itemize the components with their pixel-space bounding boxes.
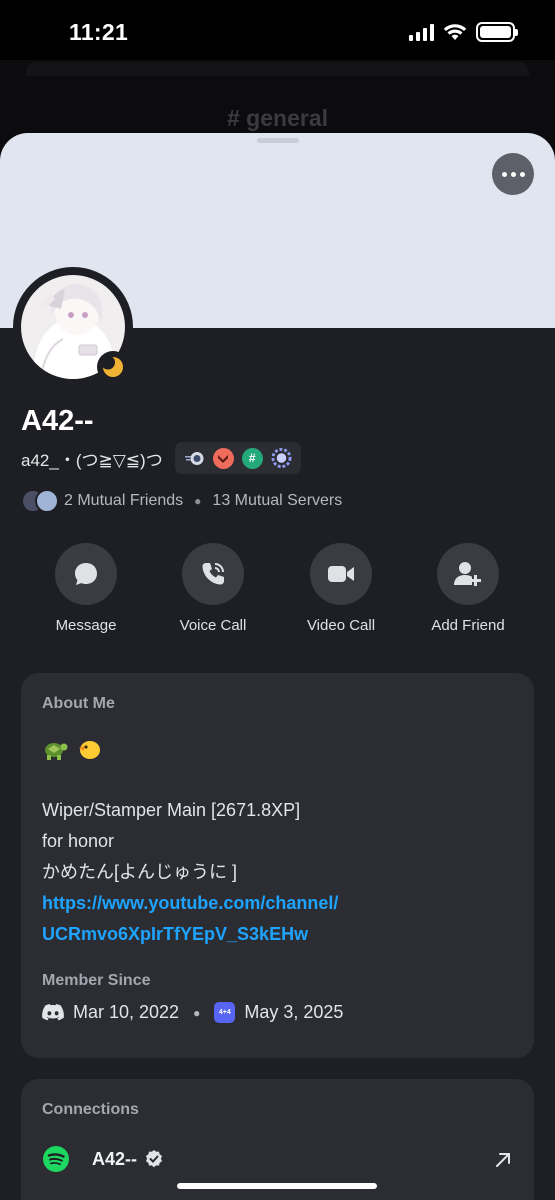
voice-call-button-label: Voice Call xyxy=(179,617,247,634)
mutual-friend-avatars xyxy=(21,489,59,513)
idle-status-icon xyxy=(97,351,129,383)
status-icons xyxy=(409,22,518,42)
youtube-link-line-1[interactable]: https://www.youtube.com/channel/ xyxy=(42,888,513,919)
add-friend-button-label: Add Friend xyxy=(431,617,505,634)
external-link-arrow-icon[interactable] xyxy=(494,1151,512,1169)
separator-dot: ● xyxy=(193,1005,201,1020)
separator-dot: ● xyxy=(194,494,202,508)
more-options-button[interactable] xyxy=(492,153,534,195)
mutual-row[interactable]: 2 Mutual Friends ● 13 Mutual Servers xyxy=(21,489,342,513)
member-since-title: Member Since xyxy=(42,972,151,989)
about-me-card: About Me Wiper/Stamper Main [2671.8XP] f… xyxy=(21,673,534,1058)
username: a42_・(つ≧▽≦)つ xyxy=(21,450,163,470)
mutual-friends-count[interactable]: 2 Mutual Friends xyxy=(64,492,183,510)
sheet-drag-handle[interactable] xyxy=(257,138,299,143)
message-button[interactable]: Message xyxy=(26,543,146,634)
message-button-label: Message xyxy=(55,617,117,634)
voice-call-button[interactable]: Voice Call xyxy=(153,543,273,634)
server-join-date: May 3, 2025 xyxy=(244,1002,344,1022)
spotify-account-name: A42-- xyxy=(92,1148,138,1169)
about-me-body: Wiper/Stamper Main [2671.8XP] for honor … xyxy=(42,733,513,950)
about-line-1: Wiper/Stamper Main [2671.8XP] xyxy=(42,800,301,820)
home-indicator[interactable] xyxy=(177,1183,377,1189)
background-sheet-edge xyxy=(26,62,529,76)
username-row: a42_・(つ≧▽≦)つ # xyxy=(21,442,301,474)
add-friend-button[interactable]: Add Friend xyxy=(408,543,528,634)
speed-badge-icon[interactable] xyxy=(183,447,205,469)
member-since-row: Mar 10, 2022 ● 4+4 May 3, 2025 xyxy=(42,1002,513,1023)
rank-chevron-badge-icon[interactable] xyxy=(212,447,234,469)
add-person-icon xyxy=(454,562,481,586)
chick-emoji-icon xyxy=(79,740,100,759)
spotify-connection[interactable]: A42-- xyxy=(42,1145,513,1173)
discord-logo-icon xyxy=(42,1004,64,1021)
video-camera-icon xyxy=(328,566,354,582)
laurel-badge-icon[interactable] xyxy=(270,447,292,469)
display-name: A42-- xyxy=(21,405,94,437)
cellular-signal-icon xyxy=(409,23,434,41)
background-channel-title: # general xyxy=(227,105,328,131)
connections-title: Connections xyxy=(42,1101,139,1118)
profile-sheet: A42-- a42_・(つ≧▽≦)つ # 2 Mutual Friends ● … xyxy=(0,133,555,1200)
status-bar: 11:21 xyxy=(0,0,555,60)
hashtag-badge-icon[interactable]: # xyxy=(241,447,263,469)
about-line-2: for honor xyxy=(42,831,115,851)
badge-list: # xyxy=(174,442,301,474)
about-me-title: About Me xyxy=(42,695,115,712)
video-call-button[interactable]: Video Call xyxy=(281,543,401,634)
status-time: 11:21 xyxy=(69,19,129,45)
battery-icon xyxy=(476,22,518,42)
spotify-icon xyxy=(43,1146,69,1172)
youtube-link-line-2[interactable]: UCRmvo6XpIrTfYEpV_S3kEHw xyxy=(42,919,513,950)
chat-bubble-icon xyxy=(75,563,97,585)
server-icon: 4+4 xyxy=(214,1002,236,1023)
verified-check-icon xyxy=(146,1150,163,1168)
about-line-3: かめたん[よんじゅうに ] xyxy=(42,862,238,882)
discord-join-date: Mar 10, 2022 xyxy=(73,1002,180,1022)
about-emojis xyxy=(42,733,513,764)
wifi-icon xyxy=(443,24,467,40)
video-call-button-label: Video Call xyxy=(306,617,376,634)
mutual-servers-count[interactable]: 13 Mutual Servers xyxy=(212,492,342,510)
connections-card: Connections A42-- xyxy=(21,1079,534,1200)
phone-icon xyxy=(202,563,224,585)
turtle-emoji-icon xyxy=(45,742,68,760)
